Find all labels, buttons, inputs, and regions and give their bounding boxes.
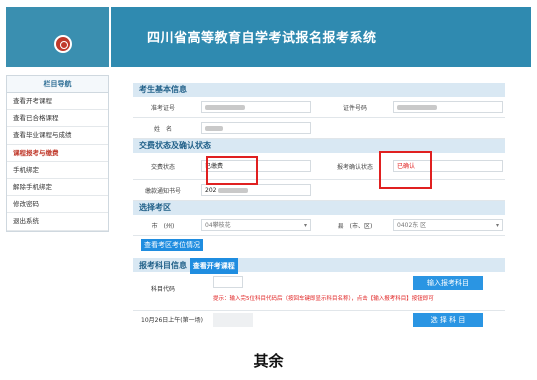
- payment-heading: 交费状态及确认状态: [133, 139, 505, 153]
- main-content: 考生基本信息 准考证号 证件号码 姓 名 交费状态及确认状态 交费状态 已缴费 …: [133, 83, 505, 331]
- pay-status-label: 交费状态: [150, 163, 175, 171]
- subject-code-input[interactable]: [213, 276, 243, 288]
- basic-info-heading: 考生基本信息: [133, 83, 505, 97]
- id-number-field: [393, 101, 503, 113]
- basic-row-2: 姓 名: [133, 118, 505, 139]
- sidebar-item-graduation[interactable]: 查看毕业课程与成绩: [7, 127, 108, 145]
- exam-id-field: [201, 101, 311, 113]
- view-area-seats-button[interactable]: 查看考区考位情况: [141, 239, 203, 251]
- county-label: 县 (市、区): [337, 222, 373, 230]
- name-label: 姓 名: [153, 125, 172, 133]
- city-select[interactable]: 04攀枝花 ▾: [201, 219, 311, 231]
- chevron-down-icon: ▾: [303, 222, 307, 229]
- subject-code-label: 科目代码: [150, 286, 175, 293]
- sidebar-heading: 栏目导航: [7, 76, 108, 93]
- subjects-date-row: 10月26日上午(第一场) 选 择 科 目: [133, 311, 505, 331]
- sidebar-item-unbind-phone[interactable]: 解除手机绑定: [7, 179, 108, 197]
- chevron-down-icon: ▾: [495, 222, 499, 229]
- header-logo-panel: [6, 7, 109, 67]
- area-heading: 选择考区: [133, 201, 505, 215]
- sidebar-item-logout[interactable]: 退出系统: [7, 213, 108, 231]
- select-subject-button[interactable]: 选 择 科 目: [413, 313, 483, 327]
- city-label: 市 (州): [151, 222, 175, 230]
- seal-logo-icon: [54, 35, 72, 53]
- sidebar-nav: 栏目导航 查看开考课程 查看已合格课程 查看毕业课程与成绩 课程报考与缴费 手机…: [6, 75, 109, 232]
- notice-number-label: 缴款通知书号: [144, 187, 181, 195]
- payment-row-2: 缴款通知书号 202: [133, 180, 505, 201]
- area-row: 市 (州) 04攀枝花 ▾ 县 (市、区) 0402东 区 ▾: [133, 215, 505, 236]
- sidebar-item-open-courses[interactable]: 查看开考课程: [7, 93, 108, 111]
- highlight-confirm-status: [379, 151, 432, 189]
- input-subject-button[interactable]: 输入报考科目: [413, 276, 483, 290]
- sidebar-item-bind-phone[interactable]: 手机绑定: [7, 162, 108, 179]
- session-date-label: 10月26日上午(第一场): [141, 317, 203, 324]
- page-title: 四川省高等教育自学考试报名报考系统: [147, 31, 377, 46]
- basic-row-1: 准考证号 证件号码: [133, 97, 505, 118]
- county-select[interactable]: 0402东 区 ▾: [393, 219, 503, 231]
- session-subject-field: [213, 313, 253, 327]
- sidebar-item-passed-courses[interactable]: 查看已合格课程: [7, 110, 108, 128]
- confirm-status-label: 报考确认状态: [336, 163, 373, 171]
- subjects-code-row: 科目代码 输入报考科目 提示：输入完5位科目代码后（按回车键即显示科目名称），点…: [133, 272, 505, 311]
- subjects-heading: 报考科目信息 查看开考课程: [133, 258, 505, 274]
- payment-row-1: 交费状态 已缴费 报考确认状态 已确认: [133, 153, 505, 180]
- highlight-pay-status: [206, 156, 258, 185]
- name-field: [201, 122, 311, 134]
- subject-tip: 提示：输入完5位科目代码后（按回车键即显示科目名称），点击【输入报考科目】按钮即…: [213, 296, 434, 302]
- exam-id-label: 准考证号: [150, 104, 175, 112]
- id-number-label: 证件号码: [342, 104, 367, 112]
- notice-number-field: 202: [201, 184, 311, 196]
- caption-text: 其余: [253, 352, 284, 370]
- sidebar-item-change-password[interactable]: 修改密码: [7, 196, 108, 214]
- area-button-row: 查看考区考位情况: [133, 236, 505, 254]
- sidebar-item-registration[interactable]: 课程报考与缴费: [7, 145, 108, 162]
